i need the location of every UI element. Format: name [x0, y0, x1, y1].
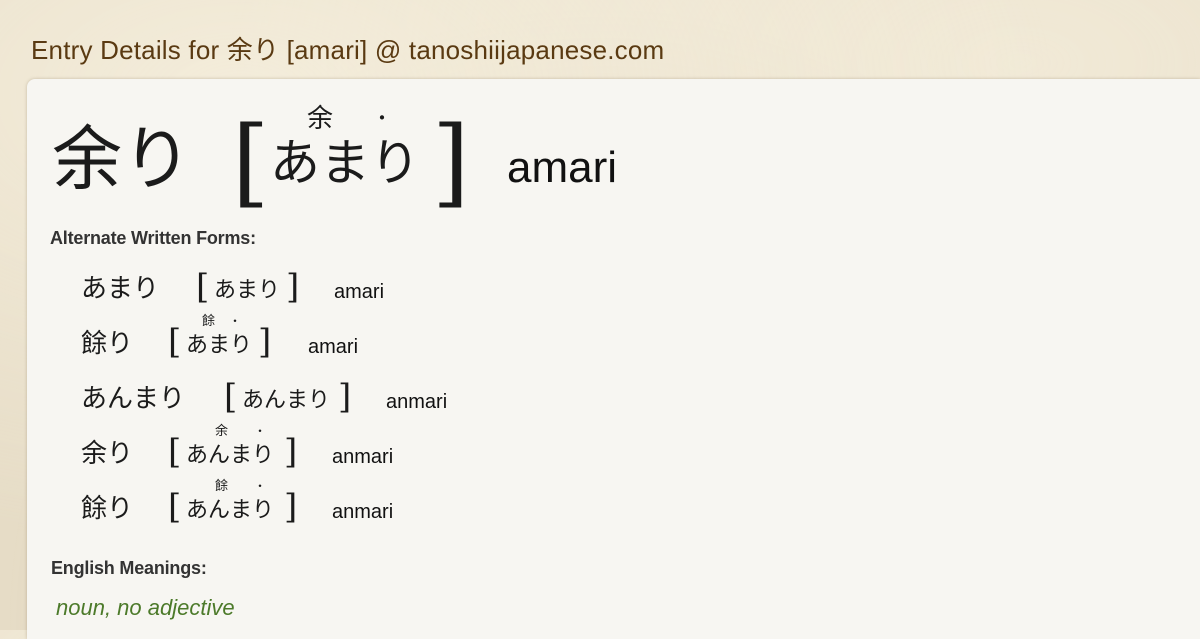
alternate-bracket-right: ]	[284, 432, 298, 472]
alternate-word: 餘り	[81, 494, 134, 524]
main-furigana: 余	[307, 104, 334, 134]
alternate-row: あまり [ あまり ] amari	[0, 270, 600, 316]
english-meanings-heading: English Meanings:	[51, 558, 207, 578]
alternate-furigana: 餘	[202, 314, 216, 329]
alternate-word: 余り	[81, 439, 134, 469]
alternate-bracket-right: ]	[284, 487, 298, 527]
alternate-reading: あまり	[214, 278, 281, 303]
alternate-bracket-right: ]	[338, 377, 352, 417]
alternate-bracket-left: [	[168, 487, 182, 527]
alternate-furigana: 余	[215, 424, 229, 439]
alternate-row: 餘り [ 餘 ・ あんまり ] anmari	[0, 480, 600, 536]
alternate-bracket-left: [	[168, 322, 182, 362]
main-bracket-right: ]	[432, 106, 470, 218]
alternate-reading: あんまり	[242, 388, 331, 413]
main-bracket-left: [	[232, 106, 270, 218]
main-reading: あまり	[270, 134, 420, 192]
alternate-furigana: 餘	[215, 479, 229, 494]
alternate-romaji: amari	[334, 281, 385, 303]
alternate-word: あんまり	[81, 384, 186, 414]
alternate-romaji: anmari	[332, 446, 394, 468]
alternate-forms-heading: Alternate Written Forms:	[50, 228, 256, 248]
alternate-accent-dot: ・	[229, 314, 242, 328]
alternate-romaji: anmari	[332, 501, 394, 523]
main-romaji: amari	[507, 143, 618, 192]
alternate-bracket-right: ]	[286, 267, 300, 307]
alternate-row: あんまり [ あんまり ] anmari	[0, 380, 600, 426]
alternate-reading: あんまり	[186, 498, 275, 523]
alternate-row: 余り [ 余 ・ あんまり ] anmari	[0, 425, 600, 481]
main-accent-dot: ・	[372, 106, 392, 130]
alternate-bracket-right: ]	[258, 322, 272, 362]
main-word: 余り	[52, 118, 192, 200]
alternate-reading: あんまり	[186, 443, 275, 468]
alternate-accent-dot: ・	[254, 424, 267, 438]
alternate-bracket-left: [	[168, 432, 182, 472]
alternate-romaji: amari	[308, 336, 359, 358]
alternate-bracket-left: [	[196, 267, 210, 307]
alternate-romaji: anmari	[386, 391, 448, 413]
part-of-speech: noun, no adjective	[56, 595, 235, 620]
page-title: Entry Details for 余り [amari] @ tanoshiij…	[31, 35, 665, 65]
alternate-reading: あまり	[186, 333, 253, 358]
alternate-row: 餘り [ 餘 ・ あまり ] amari	[0, 315, 600, 371]
alternate-accent-dot: ・	[254, 479, 267, 493]
alternate-word: あまり	[81, 274, 160, 304]
alternate-word: 餘り	[81, 329, 134, 359]
alternate-bracket-left: [	[224, 377, 238, 417]
